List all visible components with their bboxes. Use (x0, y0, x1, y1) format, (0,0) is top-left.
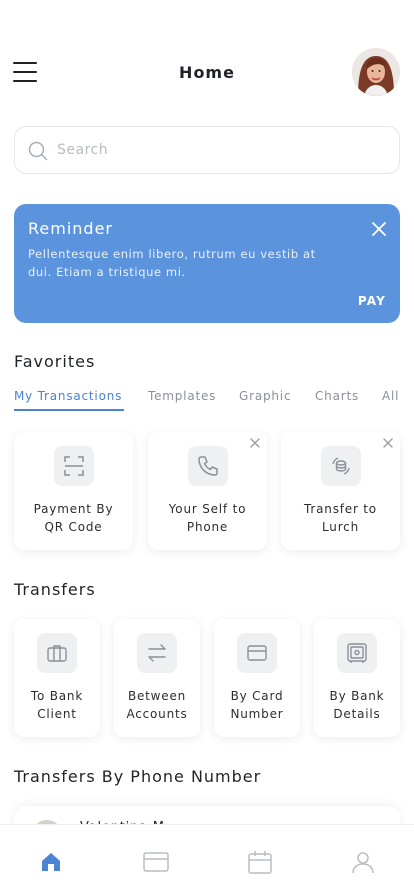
pay-button[interactable]: PAY (358, 294, 386, 308)
transfers-heading: Transfers (14, 580, 96, 599)
tab-my-transactions[interactable]: My Transactions (14, 389, 122, 403)
reminder-title: Reminder (28, 219, 113, 238)
bottom-nav (0, 824, 414, 896)
favorites-heading: Favorites (14, 352, 96, 371)
search-input[interactable] (57, 127, 377, 173)
card-label: To Bank Client (30, 689, 84, 721)
qr-scan-icon (54, 446, 94, 486)
swap-arrows-icon (137, 633, 177, 673)
card-label: Between Accounts (126, 689, 188, 721)
favorites-tabs: My Transactions Templates Graphic Charts… (14, 389, 404, 413)
profile-icon[interactable] (350, 849, 376, 875)
user-avatar[interactable] (352, 48, 400, 96)
search-icon (28, 141, 48, 161)
search-bar[interactable] (14, 126, 400, 174)
active-tab-indicator (14, 409, 124, 411)
card-label: Payment By QR Code (33, 502, 114, 534)
remove-icon[interactable] (249, 437, 261, 449)
card-icon (237, 633, 277, 673)
safe-icon (337, 633, 377, 673)
favorite-card-qr-payment[interactable]: Payment By QR Code (14, 432, 133, 550)
favorite-card-transfer-to-lurch[interactable]: Transfer to Lurch (281, 432, 400, 550)
card-label: Transfer to Lurch (304, 502, 377, 534)
tab-charts[interactable]: Charts (315, 389, 359, 403)
phone-icon (188, 446, 228, 486)
app-header: Home (0, 44, 414, 100)
card-label: By Bank Details (329, 689, 385, 721)
tab-all[interactable]: All (382, 389, 399, 403)
reminder-text: Pellentesque enim libero, rutrum eu vest… (28, 247, 316, 279)
coin-transfer-icon (321, 446, 361, 486)
transfer-card-between-accounts[interactable]: Between Accounts (114, 619, 200, 737)
close-icon[interactable] (370, 220, 388, 238)
tab-graphic[interactable]: Graphic (239, 389, 291, 403)
home-icon[interactable] (38, 849, 64, 875)
favorite-card-self-to-phone[interactable]: Your Self to Phone (148, 432, 267, 550)
card-icon[interactable] (143, 849, 169, 875)
reminder-card: Reminder Pellentesque enim libero, rutru… (14, 204, 400, 323)
transfer-card-to-bank-client[interactable]: To Bank Client (14, 619, 100, 737)
briefcase-icon (37, 633, 77, 673)
transfer-card-by-bank-details[interactable]: By Bank Details (314, 619, 400, 737)
tab-templates[interactable]: Templates (148, 389, 216, 403)
card-label: Your Self to Phone (168, 502, 247, 534)
remove-icon[interactable] (382, 437, 394, 449)
calendar-icon[interactable] (247, 849, 273, 875)
card-label: By Card Number (230, 689, 284, 721)
transfer-card-by-card-number[interactable]: By Card Number (214, 619, 300, 737)
phone-transfers-heading: Transfers By Phone Number (14, 767, 262, 786)
